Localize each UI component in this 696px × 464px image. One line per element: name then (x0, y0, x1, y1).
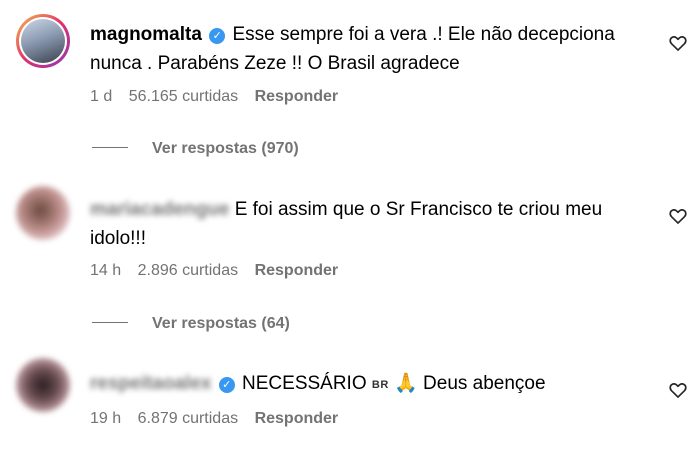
like-count[interactable]: 2.896 curtidas (138, 262, 239, 279)
comment-body: magnomalta ✓ Esse sempre foi a vera .! E… (90, 20, 650, 78)
praying-hands-emoji: 🙏 (394, 373, 418, 394)
comment-text-after: Deus abençoe (423, 373, 546, 394)
divider-line (92, 322, 128, 323)
divider-line (92, 147, 128, 148)
comment-meta: 1 d 56.165 curtidas Responder (90, 88, 350, 106)
timestamp[interactable]: 19 h (90, 410, 121, 427)
reply-button[interactable]: Responder (255, 410, 339, 427)
view-replies-label: Ver respostas (970) (152, 140, 299, 157)
avatar[interactable] (16, 358, 70, 412)
verified-badge-icon: ✓ (218, 377, 235, 393)
comment-body: mariacadengue E foi assim que o Sr Franc… (90, 195, 650, 253)
like-count[interactable]: 56.165 curtidas (129, 88, 238, 105)
heart-outline-icon[interactable] (668, 206, 688, 226)
like-count[interactable]: 6.879 curtidas (138, 410, 239, 427)
comment-body: respeitaoalex ✓ NECESSÁRIO BR 🙏 Deus abe… (90, 369, 650, 400)
view-replies-label: Ver respostas (64) (152, 315, 290, 332)
comment-text-before: NECESSÁRIO (242, 373, 367, 394)
flag-br-icon: BR (371, 379, 389, 391)
profile-photo (21, 19, 65, 63)
heart-outline-icon[interactable] (668, 380, 688, 400)
heart-outline-icon[interactable] (668, 33, 688, 53)
username[interactable]: magnomalta (90, 24, 202, 45)
view-replies-button[interactable]: Ver respostas (64) (92, 315, 290, 333)
avatar[interactable] (16, 14, 70, 68)
username[interactable]: respeitaoalex (90, 373, 211, 394)
timestamp[interactable]: 1 d (90, 88, 112, 105)
avatar[interactable] (16, 186, 70, 240)
verified-badge-icon: ✓ (209, 28, 226, 44)
reply-button[interactable]: Responder (255, 262, 339, 279)
view-replies-button[interactable]: Ver respostas (970) (92, 140, 299, 158)
comment-meta: 14 h 2.896 curtidas Responder (90, 262, 350, 280)
reply-button[interactable]: Responder (255, 88, 339, 105)
comment-meta: 19 h 6.879 curtidas Responder (90, 410, 350, 428)
username[interactable]: mariacadengue (90, 199, 229, 220)
timestamp[interactable]: 14 h (90, 262, 121, 279)
